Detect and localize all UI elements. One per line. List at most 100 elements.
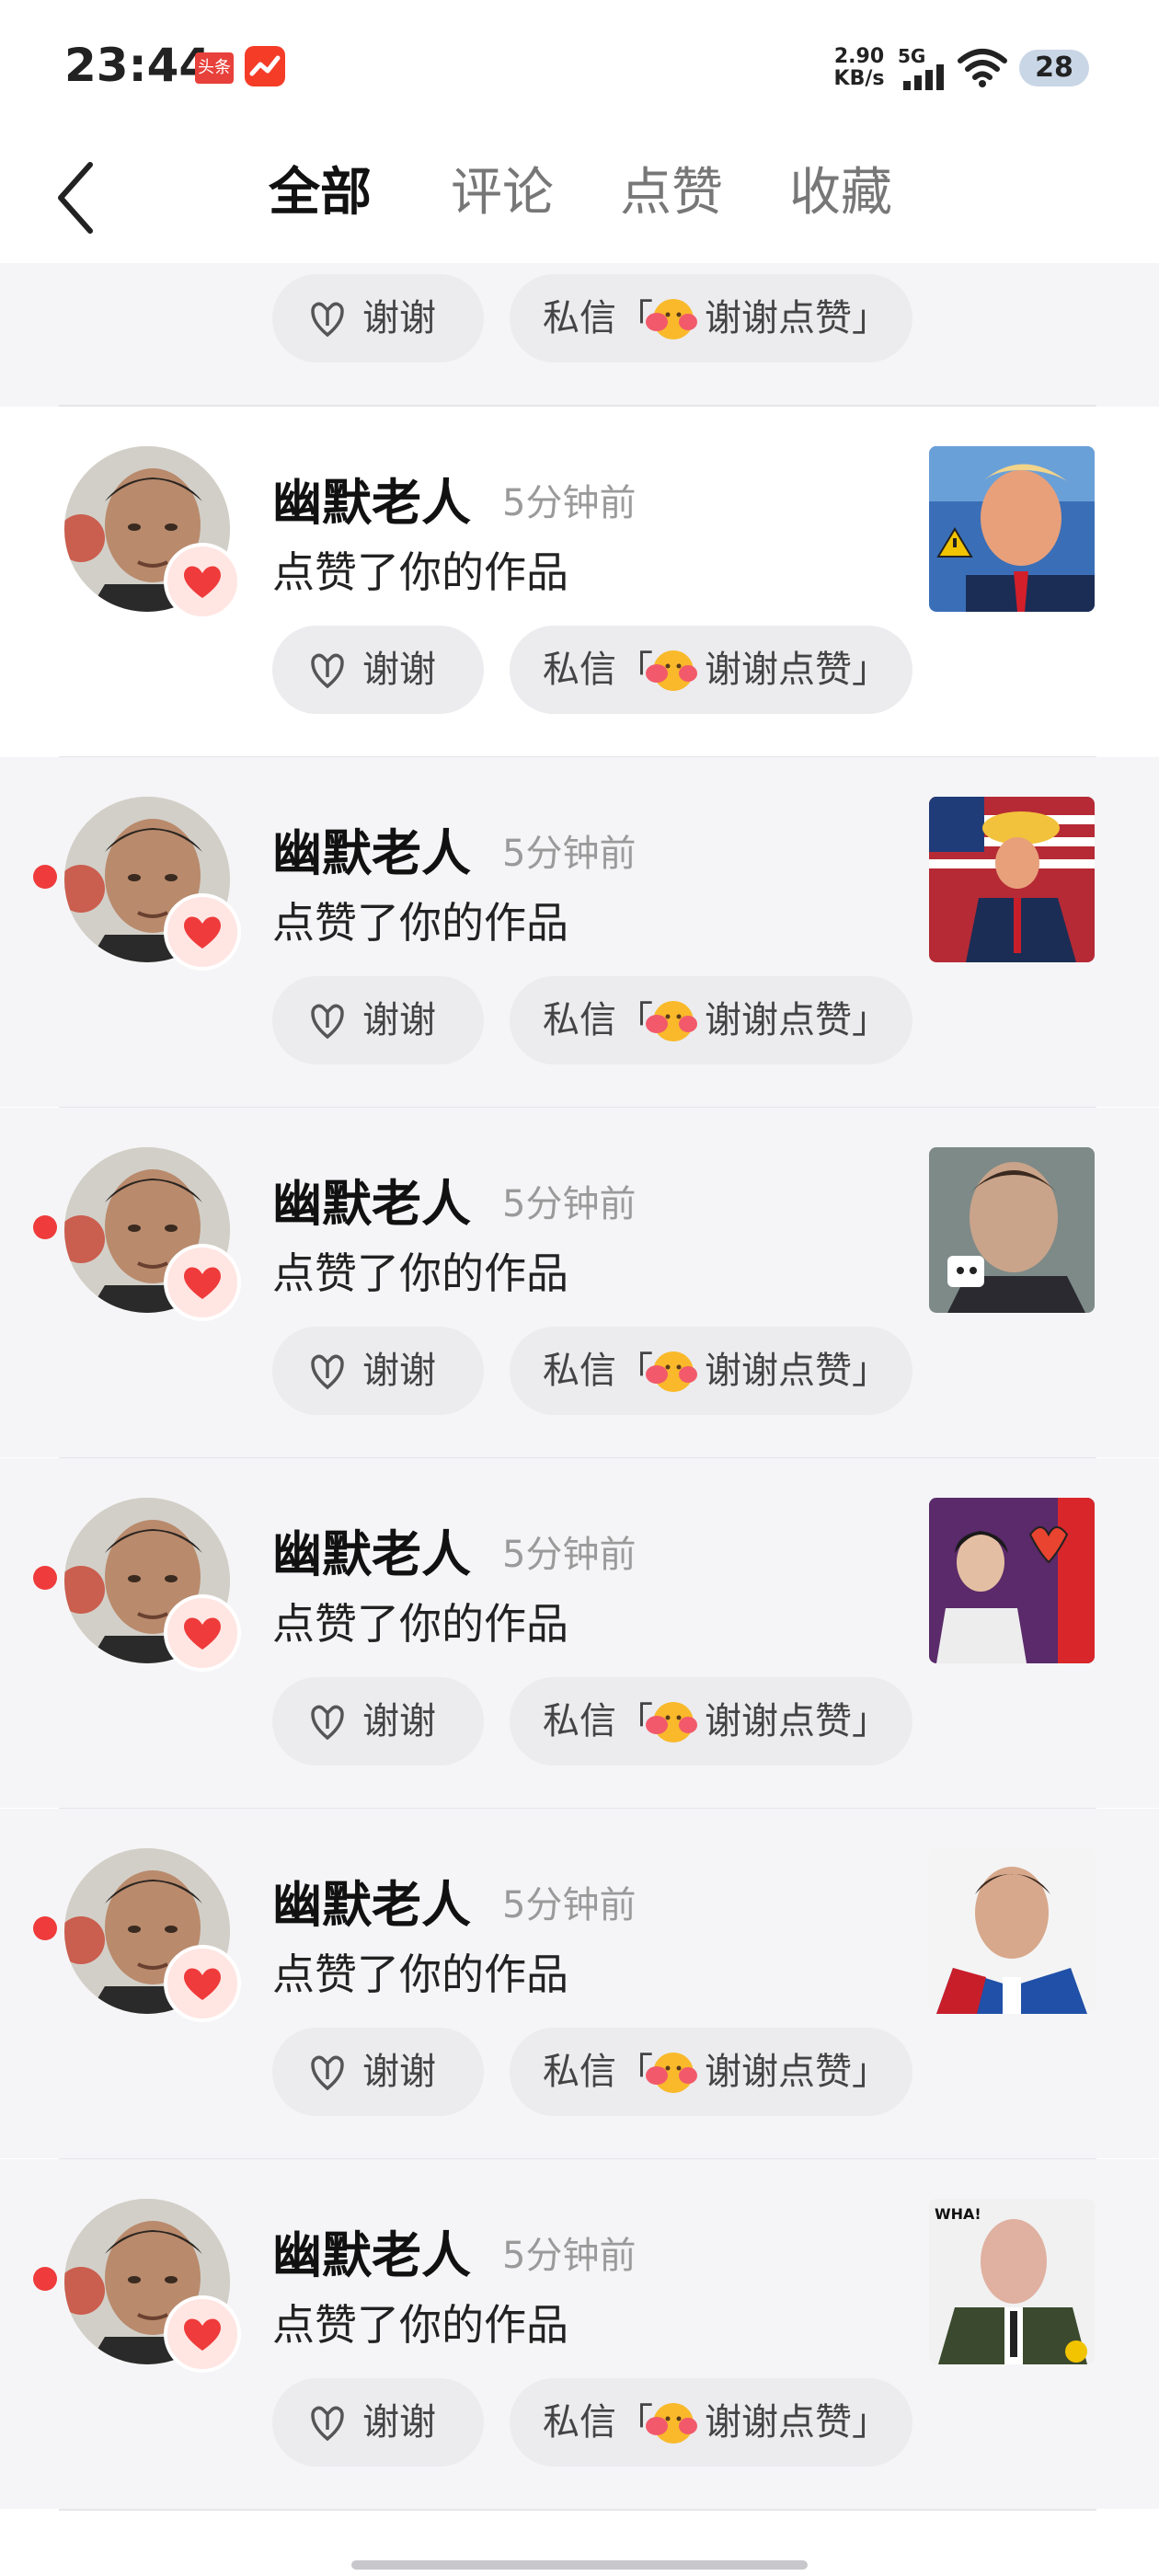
unread-dot	[33, 1215, 57, 1239]
heart-icon	[164, 543, 241, 620]
divider	[59, 2509, 1096, 2511]
message-suffix: 谢谢点赞」	[705, 297, 889, 339]
action-text: 点赞了你的作品	[272, 1248, 568, 1298]
message-prefix: 私信「	[543, 1700, 653, 1742]
thanks-button[interactable]: 谢谢	[272, 274, 484, 362]
message-thanks-button[interactable]: 私信「 谢谢点赞」	[510, 2378, 912, 2467]
unread-dot	[33, 1566, 57, 1590]
unread-dot	[33, 865, 57, 889]
heart-icon	[164, 1244, 241, 1321]
time-ago: 5分钟前	[502, 1884, 637, 1926]
heart-icon	[164, 2295, 241, 2373]
back-arrow-icon[interactable]	[52, 161, 107, 235]
tab-comments[interactable]: 评论	[451, 156, 554, 230]
message-thanks-button[interactable]: 私信「 谢谢点赞」	[510, 976, 912, 1064]
message-prefix: 私信「	[543, 999, 653, 1041]
signal-icon	[903, 64, 944, 90]
kiss-emoji-icon	[646, 2053, 697, 2093]
message-suffix: 谢谢点赞」	[705, 1700, 889, 1742]
status-time: 23:44	[64, 39, 212, 92]
message-suffix: 谢谢点赞」	[705, 2401, 889, 2444]
politician-thumbnail-2[interactable]	[929, 797, 1095, 962]
thanks-hand-icon	[311, 2406, 344, 2442]
user-name[interactable]: 幽默老人	[272, 1163, 471, 1236]
notification-row[interactable]: 幽默老人 5分钟前点赞了你的作品谢谢 私信「 谢谢点赞」	[0, 1108, 1159, 1457]
time-ago: 5分钟前	[502, 482, 637, 524]
wifi-icon	[958, 49, 1007, 87]
thanks-label: 谢谢	[362, 2051, 436, 2093]
time-ago: 5分钟前	[502, 1183, 637, 1225]
toutiao-app-icon: 头条	[195, 52, 234, 84]
heart-icon	[164, 1594, 241, 1672]
notification-row[interactable]: 幽默老人 5分钟前 点赞了你的作品 谢谢 私信「 谢谢点赞」	[0, 407, 1159, 756]
message-thanks-button[interactable]: 私信「 谢谢点赞」	[510, 274, 912, 362]
tab-favorites[interactable]: 收藏	[789, 156, 892, 230]
action-text: 点赞了你的作品	[272, 898, 568, 948]
network-speed-unit: KB/s	[833, 67, 885, 90]
message-thanks-button[interactable]: 私信「 谢谢点赞」	[510, 2028, 912, 2116]
home-indicator[interactable]	[351, 2560, 808, 2570]
thanks-hand-icon	[311, 1004, 344, 1040]
unread-dot	[33, 1916, 57, 1940]
action-text: 点赞了你的作品	[272, 1599, 568, 1649]
politician-thumbnail-1[interactable]	[929, 446, 1095, 612]
action-text: 点赞了你的作品	[272, 2300, 568, 2350]
thanks-label: 谢谢	[362, 1350, 436, 1392]
message-thanks-button[interactable]: 私信「 谢谢点赞」	[510, 626, 912, 714]
notification-row-partial: 谢谢 私信「 谢谢点赞」	[0, 263, 1159, 407]
message-thanks-button[interactable]: 私信「 谢谢点赞」	[510, 1327, 912, 1415]
message-suffix: 谢谢点赞」	[705, 1350, 889, 1392]
thanks-hand-icon	[311, 1354, 344, 1390]
message-prefix: 私信「	[543, 2401, 653, 2444]
thanks-button[interactable]: 谢谢	[272, 1677, 484, 1765]
heart-icon	[164, 1945, 241, 2022]
thanks-hand-icon	[311, 2055, 344, 2091]
tab-all[interactable]: 全部	[269, 156, 372, 230]
time-ago: 5分钟前	[502, 833, 637, 875]
thanks-button[interactable]: 谢谢	[272, 2028, 484, 2116]
kiss-emoji-icon	[646, 1351, 697, 1392]
svg-text:WHA!: WHA!	[935, 2205, 981, 2223]
message-prefix: 私信「	[543, 1350, 653, 1392]
heart-icon	[164, 893, 241, 971]
thanks-label: 谢谢	[362, 649, 436, 691]
politician-thumbnail-5[interactable]	[929, 1848, 1095, 2014]
battery-level: 28	[1035, 52, 1073, 84]
top-navigation	[0, 138, 1159, 263]
status-bar: 23:44 头条 2.90 KB/s 5G 28	[0, 0, 1159, 138]
user-name[interactable]: 幽默老人	[272, 812, 471, 885]
thanks-label: 谢谢	[362, 297, 436, 339]
message-suffix: 谢谢点赞」	[705, 2051, 889, 2093]
message-prefix: 私信「	[543, 649, 653, 691]
user-name[interactable]: 幽默老人	[272, 1864, 471, 1937]
thanks-button[interactable]: 谢谢	[272, 1327, 484, 1415]
user-name[interactable]: 幽默老人	[272, 2214, 471, 2287]
thanks-button[interactable]: 谢谢	[272, 2378, 484, 2467]
tab-likes[interactable]: 点赞	[620, 156, 723, 230]
thanks-label: 谢谢	[362, 2401, 436, 2444]
user-name[interactable]: 幽默老人	[272, 1513, 471, 1586]
trend-app-icon	[245, 46, 285, 86]
thanks-hand-icon	[311, 302, 344, 338]
notification-row[interactable]: 幽默老人 5分钟前 点赞了你的作品 谢谢 私信「 谢谢点赞」	[0, 1809, 1159, 2158]
thanks-button[interactable]: 谢谢	[272, 626, 484, 714]
notification-row[interactable]: 幽默老人 5分钟前点赞了你的作品谢谢 私信「 谢谢点赞」 WHA!	[0, 2159, 1159, 2509]
kiss-emoji-icon	[646, 1001, 697, 1041]
politician-thumbnail-4[interactable]	[929, 1498, 1095, 1663]
notification-row[interactable]: 幽默老人 5分钟前点赞了你的作品谢谢 私信「 谢谢点赞」	[0, 757, 1159, 1107]
time-ago: 5分钟前	[502, 2235, 637, 2277]
user-name[interactable]: 幽默老人	[272, 462, 471, 535]
notification-row[interactable]: 幽默老人 5分钟前 点赞了你的作品 谢谢 私信「 谢谢点赞」	[0, 1458, 1159, 1808]
thanks-hand-icon	[311, 653, 344, 689]
message-suffix: 谢谢点赞」	[705, 999, 889, 1041]
message-thanks-button[interactable]: 私信「 谢谢点赞」	[510, 1677, 912, 1765]
kiss-emoji-icon	[646, 299, 697, 339]
kiss-emoji-icon	[646, 2403, 697, 2444]
politician-thumbnail-6[interactable]: WHA!	[929, 2199, 1095, 2364]
thanks-label: 谢谢	[362, 1700, 436, 1742]
politician-thumbnail-3[interactable]	[929, 1147, 1095, 1313]
message-prefix: 私信「	[543, 2051, 653, 2093]
message-suffix: 谢谢点赞」	[705, 649, 889, 691]
thanks-button[interactable]: 谢谢	[272, 976, 484, 1064]
thanks-hand-icon	[311, 1705, 344, 1741]
